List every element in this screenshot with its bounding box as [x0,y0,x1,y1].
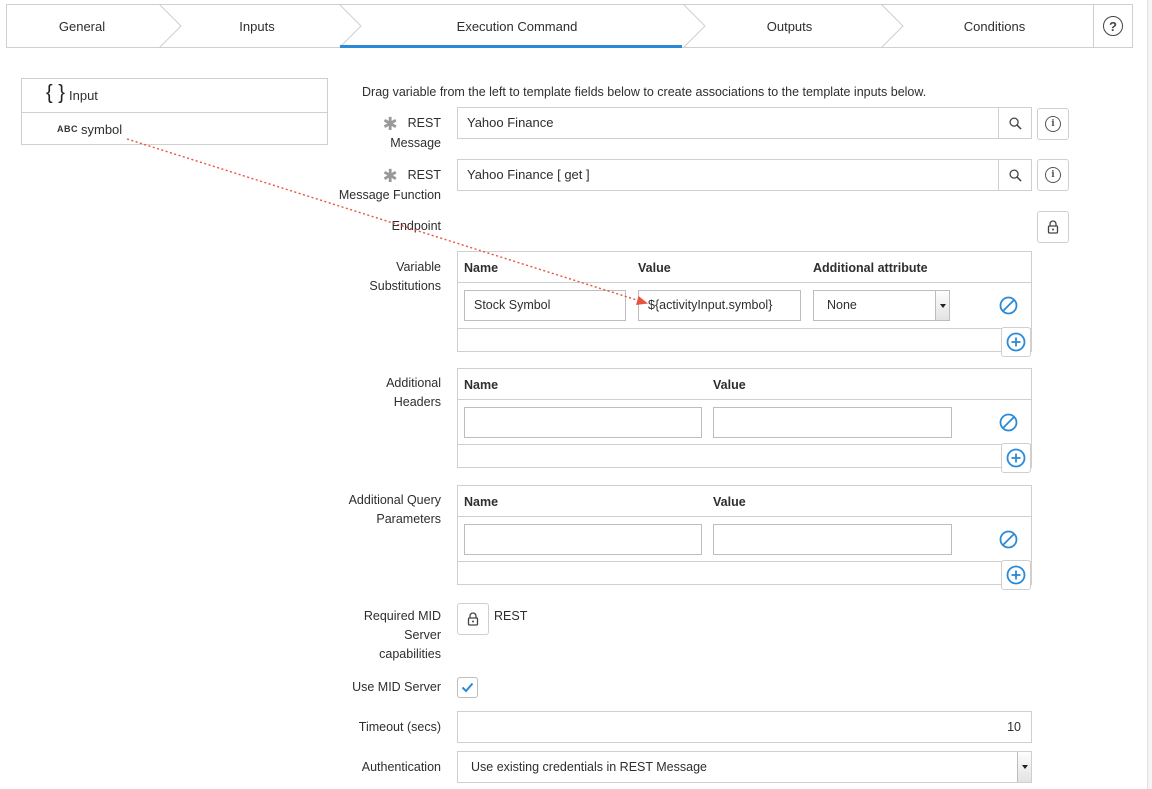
remove-row-icon[interactable] [999,530,1018,549]
column-header-additional-attribute: Additional attribute [813,261,928,275]
tab-general[interactable]: General [7,5,157,47]
string-type-icon: ABC [57,124,78,134]
search-icon [1008,168,1022,182]
step-separator-icon [880,4,904,48]
additional-headers-grid: Name Value [457,368,1032,473]
rest-function-label: ✱ REST Message Function [338,166,441,203]
dropdown-arrow-icon [935,291,949,320]
grid-divider [458,328,1031,329]
step-separator-icon [338,4,362,48]
column-header-value: Value [713,378,746,392]
rest-message-field[interactable]: Yahoo Finance [457,107,1032,139]
rest-function-info-button[interactable]: i [1037,159,1069,191]
add-substitution-button[interactable] [1001,327,1031,357]
object-braces-icon: { } [46,82,65,104]
grid-divider [458,516,1031,517]
mid-capabilities-lock-button[interactable] [457,603,489,635]
endpoint-label: Endpoint [391,219,441,233]
authentication-label: Authentication [361,760,441,774]
page-scrollbar[interactable] [1147,0,1152,789]
query-value-input[interactable] [713,524,952,555]
tree-node-label: Input [69,88,98,103]
add-header-button[interactable] [1001,443,1031,473]
add-circle-icon [1006,565,1026,585]
wizard-steps: General Inputs Execution Command Outputs… [6,4,1133,48]
query-parameters-label: Additional Query Parameters [348,493,441,526]
column-header-value: Value [713,495,746,509]
grid-divider [458,561,1031,562]
column-header-name: Name [464,261,499,275]
lock-icon [467,612,479,626]
tree-node-symbol[interactable]: ABC symbol [22,112,327,146]
mid-capabilities-value: REST [494,609,528,623]
help-icon: ? [1103,16,1123,36]
lock-icon [1047,220,1059,234]
query-parameters-grid: Name Value [457,485,1032,590]
add-query-parameter-button[interactable] [1001,560,1031,590]
variable-substitutions-grid: Name Value Additional attribute Stock Sy… [457,251,1032,357]
checkmark-icon [461,682,474,693]
column-header-name: Name [464,378,499,392]
mid-capabilities-label: Required MID Server capabilities [363,609,441,661]
tree-node-label: symbol [81,122,123,137]
remove-row-icon[interactable] [999,413,1018,432]
search-icon [1008,116,1022,130]
additional-headers-label: Additional Headers [386,376,441,409]
required-asterisk-icon: ✱ [382,114,398,134]
variable-substitutions-label: Variable Substitutions [369,260,441,293]
rest-function-lookup-button[interactable] [998,160,1031,190]
drag-hint-text: Drag variable from the left to template … [362,85,927,99]
substitution-name-input[interactable]: Stock Symbol [464,290,626,321]
active-step-indicator [340,45,682,48]
tab-conditions[interactable]: Conditions [892,5,1097,47]
step-separator-icon [158,4,182,48]
substitution-value-input[interactable]: ${activityInput.symbol} [638,290,801,321]
remove-row-icon[interactable] [999,296,1018,315]
tree-node-input[interactable]: { } Input [22,79,327,112]
input-variable-tree: { } Input ABC symbol [21,78,328,145]
query-name-input[interactable] [464,524,702,555]
step-separator-icon [682,4,706,48]
info-icon: i [1045,116,1061,132]
header-name-input[interactable] [464,407,702,438]
add-circle-icon [1006,332,1026,352]
tab-execution-command[interactable]: Execution Command [347,5,687,47]
help-button[interactable]: ? [1093,5,1132,47]
grid-divider [458,399,1031,400]
timeout-label: Timeout (secs) [358,720,441,734]
use-mid-server-checkbox[interactable] [457,677,478,698]
timeout-input[interactable]: 10 [457,711,1032,743]
authentication-select[interactable]: Use existing credentials in REST Message [457,751,1032,783]
info-icon: i [1045,167,1061,183]
tab-outputs[interactable]: Outputs [697,5,882,47]
grid-divider [458,282,1031,283]
column-header-name: Name [464,495,499,509]
add-circle-icon [1006,448,1026,468]
rest-message-lookup-button[interactable] [998,108,1031,138]
rest-message-info-button[interactable]: i [1037,108,1069,140]
use-mid-server-label: Use MID Server [352,680,441,694]
dropdown-arrow-icon [1017,752,1031,782]
grid-divider [458,444,1031,445]
additional-attribute-select[interactable]: None [813,290,950,321]
column-header-value: Value [638,261,671,275]
rest-function-field[interactable]: Yahoo Finance [ get ] [457,159,1032,191]
header-value-input[interactable] [713,407,952,438]
endpoint-lock-button[interactable] [1037,211,1069,243]
rest-message-label: ✱ REST Message [382,114,441,151]
required-asterisk-icon: ✱ [382,166,398,186]
